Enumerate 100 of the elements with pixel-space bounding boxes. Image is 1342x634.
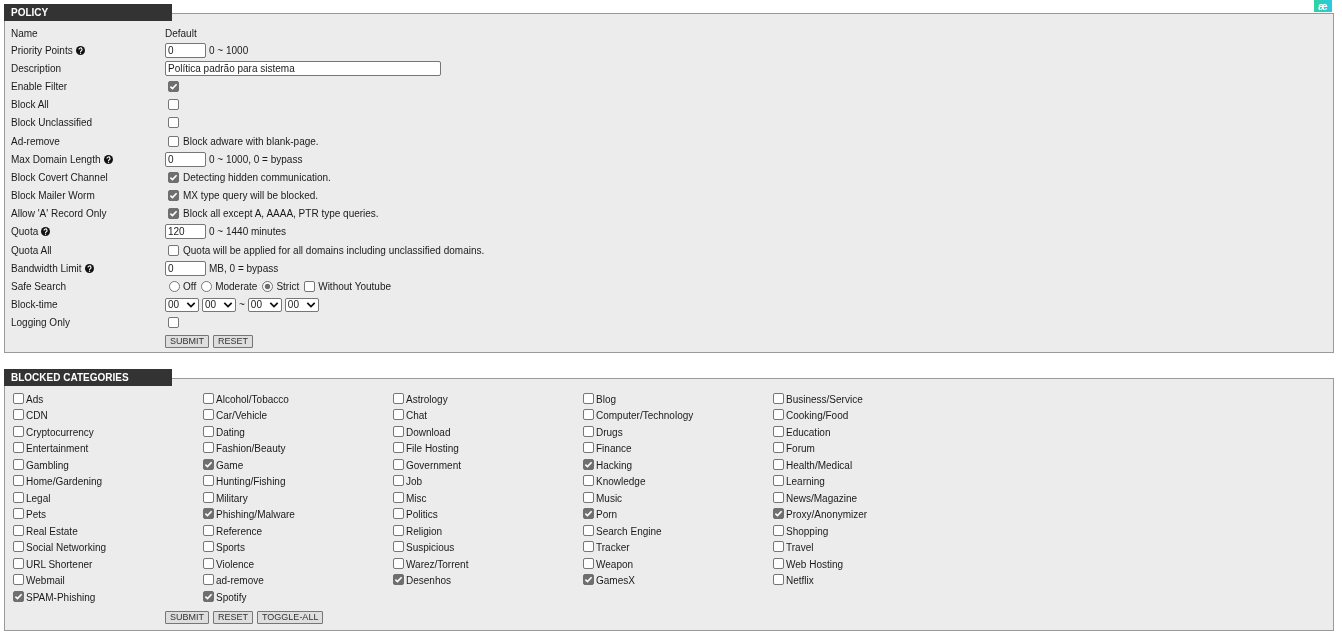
category-label: Sports (216, 541, 245, 556)
checkbox[interactable] (773, 508, 784, 520)
checkbox[interactable] (203, 557, 214, 569)
number-field[interactable]: 0 (165, 151, 206, 167)
checkbox[interactable] (393, 475, 404, 487)
checkbox[interactable] (583, 574, 594, 586)
checkbox[interactable] (13, 442, 24, 454)
checkbox[interactable] (13, 557, 24, 569)
checkbox[interactable] (393, 442, 404, 454)
checkbox[interactable] (203, 425, 214, 437)
checkbox[interactable] (393, 458, 404, 470)
category-label: Pets (26, 508, 46, 523)
category-label: Chat (406, 409, 428, 424)
checkbox[interactable] (393, 409, 404, 421)
help-icon[interactable] (103, 154, 113, 164)
checkbox[interactable] (13, 590, 24, 602)
checkbox[interactable] (13, 475, 24, 487)
checkbox[interactable] (393, 557, 404, 569)
checkbox[interactable] (773, 491, 784, 503)
checkbox[interactable] (583, 442, 594, 454)
checkbox[interactable] (203, 442, 214, 454)
text-field[interactable]: Política padrão para sistema (165, 60, 441, 76)
checkbox[interactable] (393, 508, 404, 520)
category-label: Health/Medical (786, 458, 853, 473)
checkbox[interactable] (583, 541, 594, 553)
category-label: Home/Gardening (26, 475, 103, 490)
checkbox[interactable] (203, 409, 214, 421)
time-select[interactable]: 00 (165, 297, 199, 312)
checkbox[interactable] (13, 574, 24, 586)
checkbox[interactable] (203, 524, 214, 536)
checkbox[interactable] (773, 557, 784, 569)
checkbox[interactable] (203, 590, 214, 602)
submit-button[interactable]: SUBMIT (165, 610, 209, 624)
checkbox[interactable] (583, 458, 594, 470)
checkbox[interactable] (13, 524, 24, 536)
help-icon[interactable] (41, 227, 51, 237)
submit-button[interactable]: SUBMIT (165, 334, 209, 348)
checkbox[interactable] (168, 117, 179, 129)
checkbox[interactable] (583, 524, 594, 536)
checkbox[interactable] (583, 508, 594, 520)
checkbox[interactable] (168, 99, 179, 111)
checkbox[interactable] (203, 491, 214, 503)
checkbox[interactable] (168, 135, 179, 147)
checkbox[interactable] (393, 541, 404, 553)
checkbox[interactable] (773, 409, 784, 421)
checkbox[interactable] (583, 392, 594, 404)
number-field[interactable]: 0 (165, 42, 206, 58)
checkbox[interactable] (13, 458, 24, 470)
checkbox[interactable] (13, 392, 24, 404)
checkbox[interactable] (583, 491, 594, 503)
category-label: Knowledge (596, 475, 646, 490)
number-field[interactable]: 0 (165, 260, 206, 276)
checkbox[interactable] (203, 392, 214, 404)
checkbox[interactable] (773, 524, 784, 536)
checkbox[interactable] (203, 475, 214, 487)
checkbox[interactable] (13, 508, 24, 520)
reset-button[interactable]: RESET (213, 610, 254, 624)
radio-button[interactable] (262, 281, 274, 293)
checkbox[interactable] (13, 425, 24, 437)
help-icon[interactable] (75, 45, 85, 55)
checkbox[interactable] (168, 317, 179, 329)
radio-button[interactable] (169, 281, 180, 293)
time-select[interactable]: 00 (284, 297, 319, 312)
checkbox[interactable] (393, 524, 404, 536)
toggle-all-button[interactable]: TOGGLE-ALL (257, 610, 324, 624)
number-field[interactable]: 120 (165, 224, 206, 240)
checkbox[interactable] (304, 281, 316, 293)
checkbox[interactable] (203, 574, 214, 586)
checkbox[interactable] (583, 475, 594, 487)
checkbox[interactable] (13, 541, 24, 553)
checkbox[interactable] (168, 190, 179, 202)
checkbox[interactable] (583, 409, 594, 421)
reset-button[interactable]: RESET (213, 334, 254, 348)
checkbox[interactable] (13, 409, 24, 421)
radio-button[interactable] (201, 281, 213, 293)
checkbox[interactable] (773, 475, 784, 487)
checkbox[interactable] (168, 244, 179, 256)
checkbox[interactable] (13, 491, 24, 503)
checkbox[interactable] (393, 392, 404, 404)
time-select[interactable]: 00 (247, 297, 282, 312)
checkbox[interactable] (773, 425, 784, 437)
checkbox[interactable] (168, 208, 179, 220)
checkbox[interactable] (773, 541, 784, 553)
time-select[interactable]: 00 (202, 297, 236, 312)
checkbox[interactable] (168, 171, 179, 183)
checkbox[interactable] (168, 80, 179, 92)
checkbox[interactable] (583, 557, 594, 569)
checkbox[interactable] (203, 508, 214, 520)
checkbox[interactable] (393, 574, 404, 586)
checkbox[interactable] (773, 574, 784, 586)
checkbox[interactable] (773, 442, 784, 454)
checkbox[interactable] (393, 425, 404, 437)
checkbox[interactable] (583, 425, 594, 437)
checkbox[interactable] (393, 491, 404, 503)
checkbox[interactable] (773, 392, 784, 404)
checkbox[interactable] (203, 541, 214, 553)
category-label: SPAM-Phishing (26, 590, 96, 605)
checkbox[interactable] (203, 458, 214, 470)
help-icon[interactable] (84, 263, 94, 273)
checkbox[interactable] (773, 458, 784, 470)
